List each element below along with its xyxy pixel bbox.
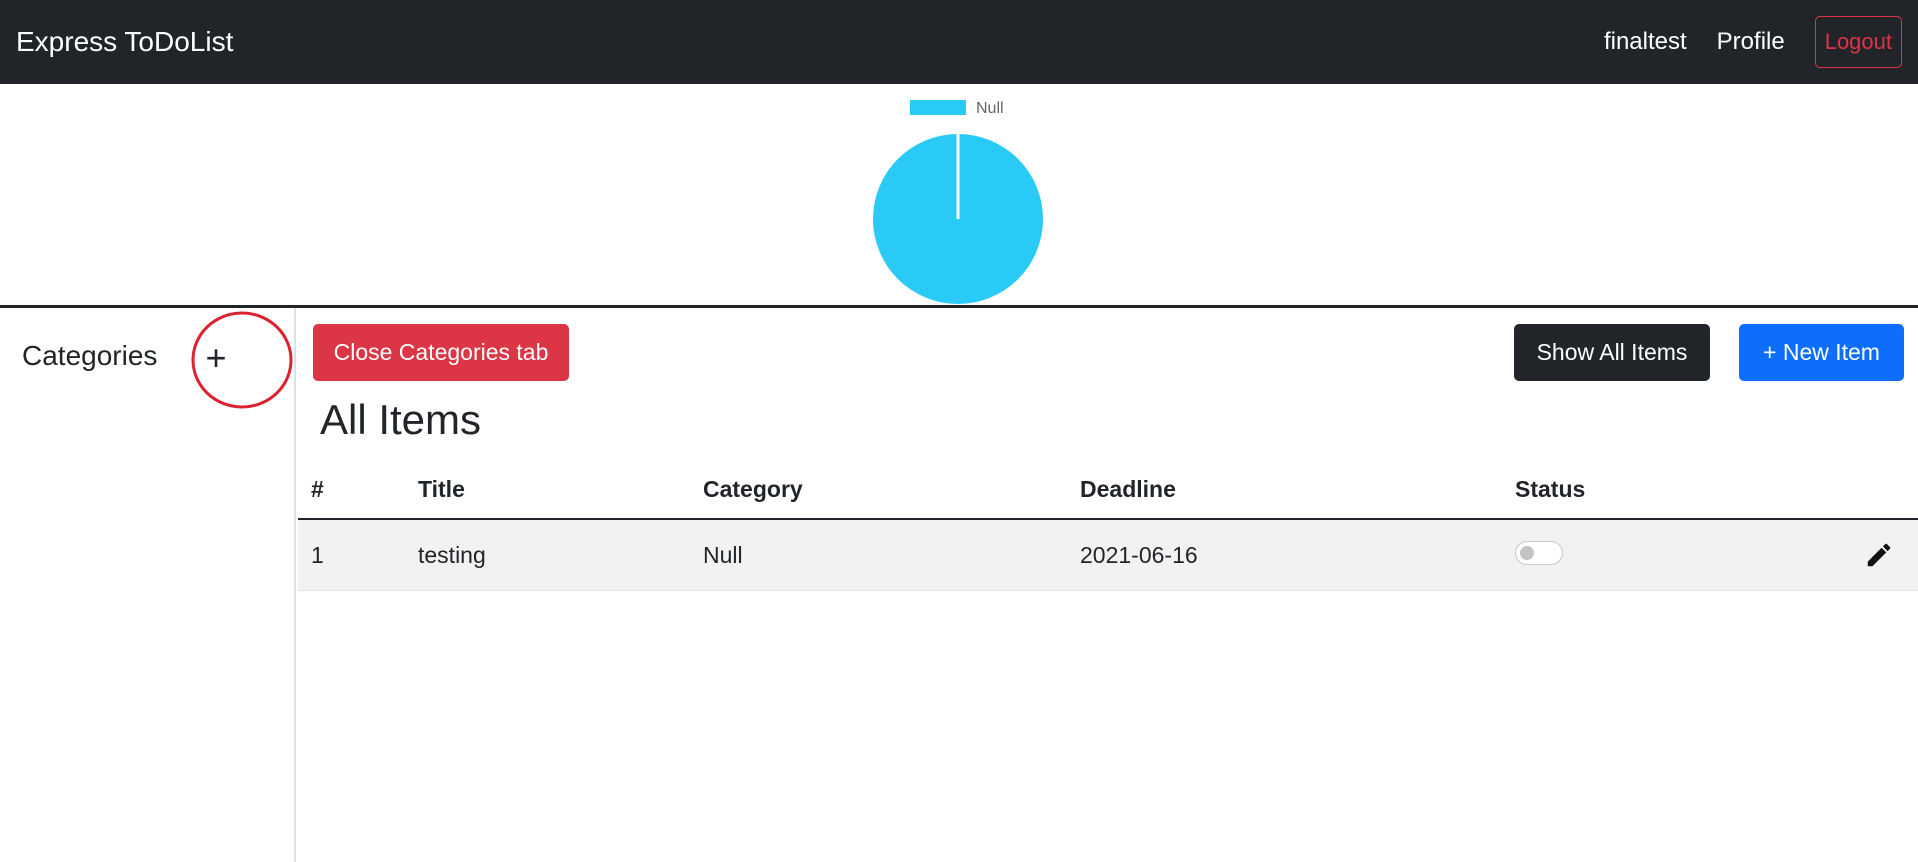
pie-chart-svg: Null	[873, 100, 1043, 304]
col-header-status: Status	[1502, 461, 1815, 520]
table-header-row: # Title Category Deadline Status	[298, 461, 1918, 520]
cell-actions	[1815, 519, 1918, 591]
category-pie-chart: Null	[0, 84, 1918, 306]
col-header-deadline: Deadline	[1067, 461, 1502, 520]
close-categories-button[interactable]: Close Categories tab	[313, 324, 569, 381]
new-item-button[interactable]: + New Item	[1739, 324, 1904, 381]
navbar-right: finaltest Profile Logout	[1604, 16, 1902, 68]
plus-icon: +	[205, 337, 227, 378]
show-all-items-button[interactable]: Show All Items	[1514, 324, 1710, 381]
col-header-title: Title	[405, 461, 690, 520]
col-header-actions	[1815, 461, 1918, 520]
page-title: All Items	[320, 396, 482, 443]
toggle-knob	[1520, 546, 1534, 561]
add-category-button[interactable]: +	[191, 334, 241, 384]
pie-slices	[873, 134, 1043, 304]
profile-link[interactable]: Profile	[1717, 28, 1785, 56]
cell-number: 1	[298, 519, 405, 591]
table-row[interactable]: 1 testing Null 2021-06-16	[298, 519, 1918, 591]
pencil-icon[interactable]	[1864, 540, 1894, 570]
navbar: Express ToDoList finaltest Profile Logou…	[0, 0, 1918, 84]
items-panel: Close Categories tab Show All Items + Ne…	[298, 308, 1918, 862]
legend-swatch-null[interactable]	[910, 100, 966, 115]
categories-title: Categories	[22, 340, 158, 371]
cell-title: testing	[405, 519, 690, 591]
cell-deadline: 2021-06-16	[1067, 519, 1502, 591]
app-brand[interactable]: Express ToDoList	[16, 26, 233, 58]
categories-sidebar: Categories +	[0, 308, 296, 862]
items-table: # Title Category Deadline Status 1 testi…	[298, 461, 1918, 591]
col-header-category: Category	[690, 461, 1067, 520]
status-toggle[interactable]	[1515, 541, 1563, 566]
username-link[interactable]: finaltest	[1604, 28, 1687, 56]
col-header-number: #	[298, 461, 405, 520]
cell-category: Null	[690, 519, 1067, 591]
logout-button[interactable]: Logout	[1814, 16, 1902, 68]
legend-label-null: Null	[976, 100, 1004, 117]
cell-status	[1502, 519, 1815, 591]
